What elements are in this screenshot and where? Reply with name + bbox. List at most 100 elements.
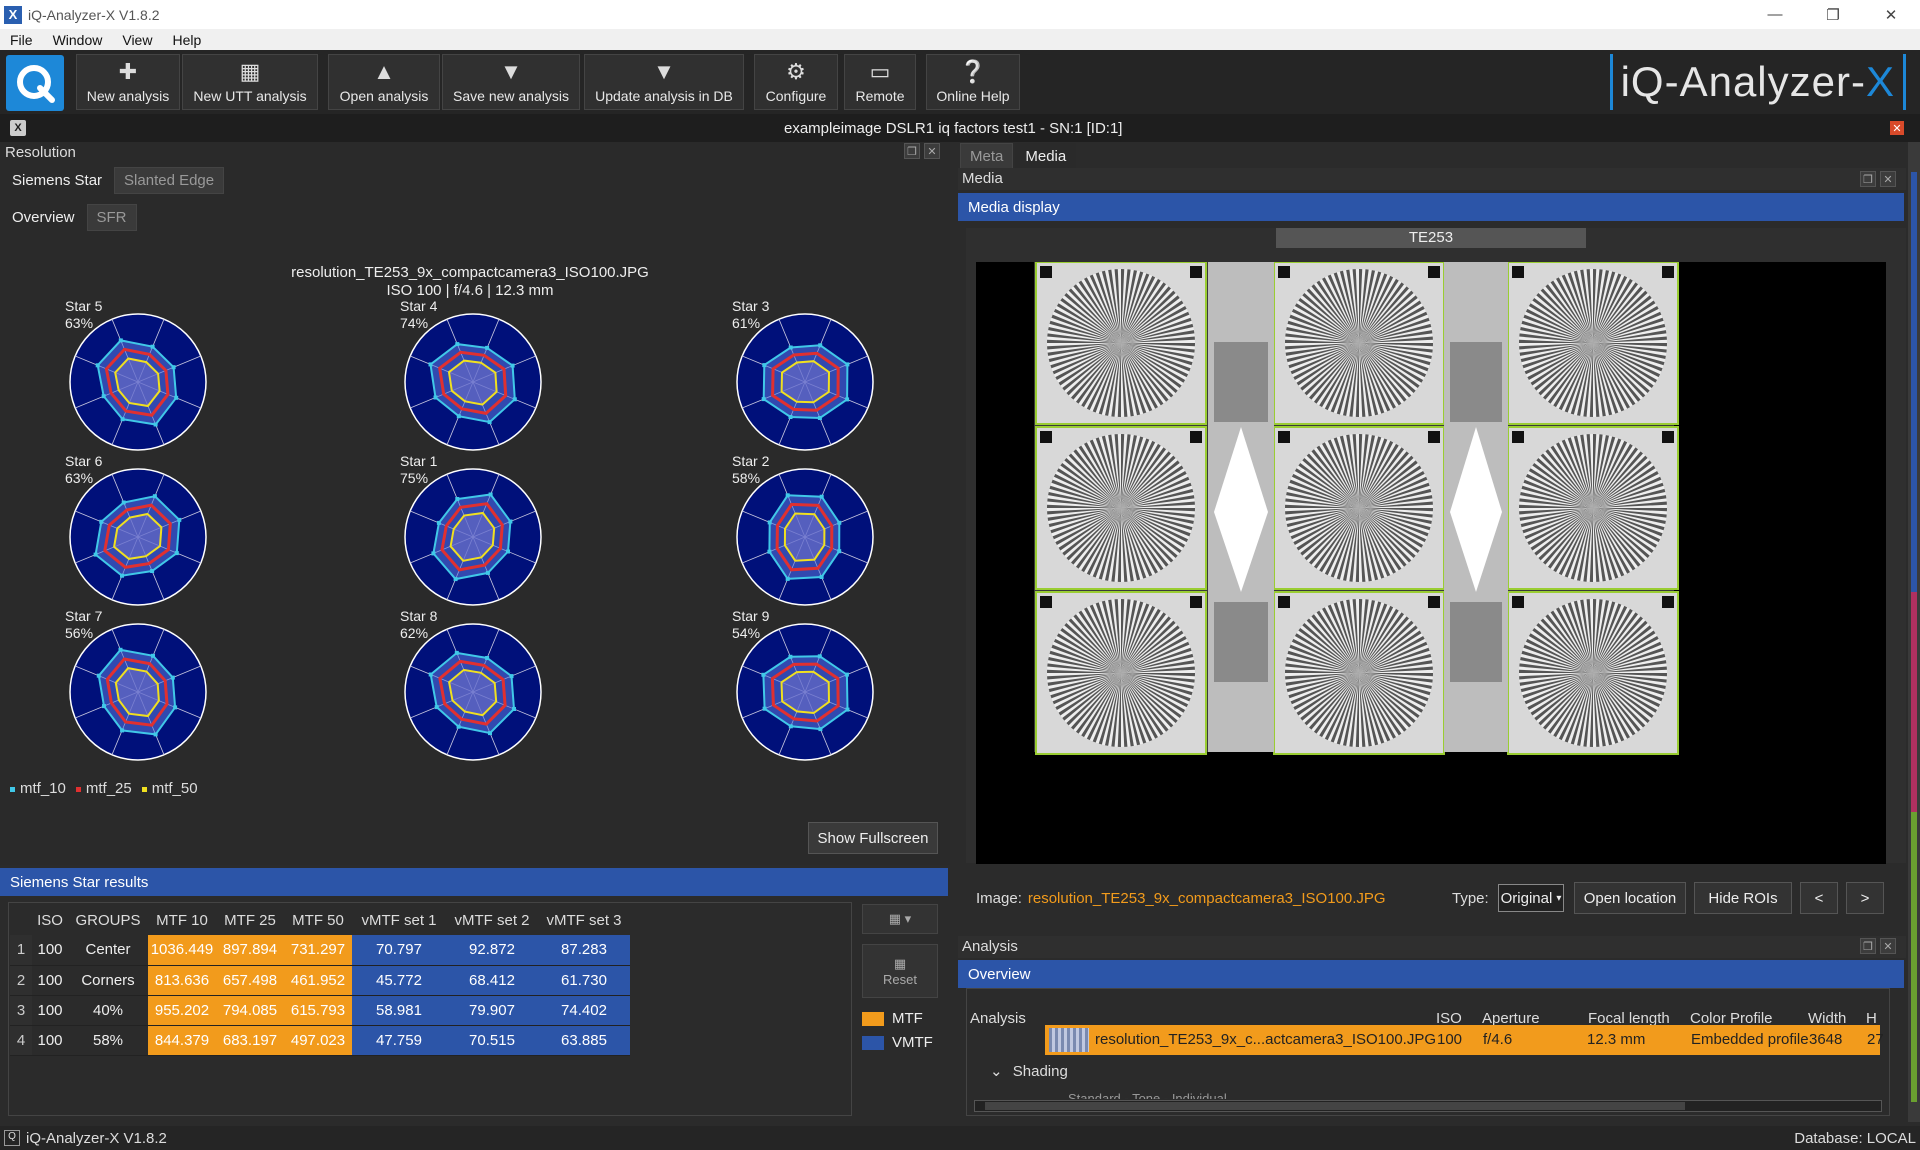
tab-sfr[interactable]: SFR	[86, 204, 137, 231]
table-cell[interactable]: 92.872	[446, 935, 538, 966]
table-cell[interactable]: 1036.449	[148, 935, 216, 966]
table-cell[interactable]: 100	[32, 965, 68, 996]
table-cell[interactable]: 844.379	[148, 1025, 216, 1056]
table-options-button[interactable]: ▦ ▾	[862, 904, 938, 934]
media-image[interactable]	[976, 261, 1886, 864]
table-cell[interactable]: 657.498	[216, 965, 284, 996]
col-mtf50[interactable]: MTF 50	[284, 905, 352, 935]
media-close-icon[interactable]: ✕	[1880, 171, 1896, 187]
table-row[interactable]: 2 100 Corners 813.636 657.498 461.952 45.772 68…	[10, 965, 630, 996]
tab-siemens-star[interactable]: Siemens Star	[2, 167, 113, 194]
table-row[interactable]: 1 100 Center 1036.449 897.894 731.297 70.797 92…	[10, 935, 630, 966]
tab-slanted-edge[interactable]: Slanted Edge	[114, 167, 225, 194]
table-cell[interactable]: 74.402	[538, 995, 630, 1026]
new-analysis-button[interactable]: ✚ New analysis	[76, 54, 180, 110]
table-cell[interactable]: 40%	[68, 995, 148, 1026]
menu-window[interactable]: Window	[43, 32, 113, 48]
horizontal-scrollbar[interactable]	[974, 1100, 1882, 1112]
table-cell[interactable]: 68.412	[446, 965, 538, 996]
table-cell[interactable]: 100	[32, 1025, 68, 1056]
menu-help[interactable]: Help	[162, 32, 211, 48]
configure-button[interactable]: ⚙ Configure	[754, 54, 838, 110]
acol-analysis[interactable]: Analysis	[970, 1010, 1026, 1027]
siemens-star-polar-plot	[404, 623, 542, 761]
reset-button[interactable]: ▦ Reset	[862, 944, 938, 998]
document-icon: X	[10, 120, 26, 136]
minimize-button[interactable]: —	[1746, 0, 1804, 29]
media-float-icon[interactable]: ❐	[1860, 171, 1876, 187]
table-cell[interactable]: 100	[32, 935, 68, 966]
hide-rois-button[interactable]: Hide ROIs	[1694, 882, 1792, 914]
gear-icon: ⚙	[786, 59, 806, 84]
scroll-thumb[interactable]	[985, 1102, 1685, 1110]
remote-button[interactable]: ▭ Remote	[844, 54, 916, 110]
table-cell[interactable]: 1	[10, 935, 32, 966]
table-cell[interactable]: 615.793	[284, 995, 352, 1026]
table-cell[interactable]: 58.981	[352, 995, 446, 1026]
col-vmtf3[interactable]: vMTF set 3	[538, 905, 630, 935]
tab-media[interactable]: Media	[1015, 143, 1077, 170]
analysis-header: Analysis	[958, 936, 1906, 958]
analysis-row[interactable]: resolution_TE253_9x_c...actcamera3_ISO10…	[1045, 1025, 1884, 1055]
table-cell[interactable]: 45.772	[352, 965, 446, 996]
online-help-button[interactable]: ❔ Online Help	[926, 54, 1020, 110]
restore-button[interactable]: ❐	[1804, 0, 1862, 29]
table-row[interactable]: 4 100 58% 844.379 683.197 497.023 47.759 70.515…	[10, 1025, 630, 1056]
table-cell[interactable]: 731.297	[284, 935, 352, 966]
col-mtf10[interactable]: MTF 10	[148, 905, 216, 935]
group-shading[interactable]: ⌄ Shading	[990, 1062, 1068, 1080]
table-cell[interactable]: 794.085	[216, 995, 284, 1026]
close-document-icon[interactable]: ✕	[1890, 121, 1904, 135]
table-cell[interactable]: 70.797	[352, 935, 446, 966]
table-cell[interactable]: 2	[10, 965, 32, 996]
table-cell[interactable]: Corners	[68, 965, 148, 996]
col-groups[interactable]: GROUPS	[68, 905, 148, 935]
table-cell[interactable]: 955.202	[148, 995, 216, 1026]
new-utt-analysis-button[interactable]: ▦ New UTT analysis	[182, 54, 318, 110]
table-cell[interactable]: 70.515	[446, 1025, 538, 1056]
table-cell[interactable]: 63.885	[538, 1025, 630, 1056]
table-cell[interactable]: 58%	[68, 1025, 148, 1056]
open-analysis-button[interactable]: ▲ Open analysis	[328, 54, 440, 110]
utt-icon: ▦	[239, 59, 261, 84]
app-logo-icon[interactable]	[6, 55, 64, 111]
table-cell[interactable]: 683.197	[216, 1025, 284, 1056]
legend-mtf10-label: mtf_10	[20, 780, 66, 797]
table-cell[interactable]: 100	[32, 995, 68, 1026]
group-child[interactable]: Standard - Tone - Individual	[1068, 1091, 1227, 1099]
menu-view[interactable]: View	[112, 32, 162, 48]
menu-file[interactable]: File	[0, 32, 43, 48]
tab-overview[interactable]: Overview	[2, 204, 85, 231]
next-image-button[interactable]: >	[1846, 882, 1884, 914]
update-analysis-db-button[interactable]: ▼ Update analysis in DB	[584, 54, 744, 110]
table-cell[interactable]: 87.283	[538, 935, 630, 966]
col-vmtf2[interactable]: vMTF set 2	[446, 905, 538, 935]
table-cell[interactable]: 47.759	[352, 1025, 446, 1056]
table-cell[interactable]: 61.730	[538, 965, 630, 996]
table-row[interactable]: 3 100 40% 955.202 794.085 615.793 58.981 79.907…	[10, 995, 630, 1026]
type-select[interactable]: Original ▾	[1498, 884, 1564, 912]
col-mtf25[interactable]: MTF 25	[216, 905, 284, 935]
close-button[interactable]: ✕	[1862, 0, 1920, 29]
col-iso[interactable]: ISO	[32, 905, 68, 935]
save-new-analysis-button[interactable]: ▼ Save new analysis	[442, 54, 580, 110]
tab-meta[interactable]: Meta	[960, 143, 1014, 170]
image-filename[interactable]: resolution_TE253_9x_compactcamera3_ISO10…	[1028, 890, 1386, 907]
table-cell[interactable]: 79.907	[446, 995, 538, 1026]
close-panel-icon[interactable]: ✕	[924, 143, 940, 159]
table-cell[interactable]: 4	[10, 1025, 32, 1056]
table-cell[interactable]: 461.952	[284, 965, 352, 996]
open-location-button[interactable]: Open location	[1574, 882, 1686, 914]
table-cell[interactable]: 813.636	[148, 965, 216, 996]
analysis-close-icon[interactable]: ✕	[1880, 938, 1896, 954]
analysis-float-icon[interactable]: ❐	[1860, 938, 1876, 954]
show-fullscreen-button[interactable]: Show Fullscreen	[808, 822, 938, 854]
brand-text: iQ-Analyzer-	[1620, 58, 1866, 105]
prev-image-button[interactable]: <	[1800, 882, 1838, 914]
table-cell[interactable]: Center	[68, 935, 148, 966]
table-cell[interactable]: 897.894	[216, 935, 284, 966]
table-cell[interactable]: 3	[10, 995, 32, 1026]
float-icon[interactable]: ❐	[904, 143, 920, 159]
col-vmtf1[interactable]: vMTF set 1	[352, 905, 446, 935]
table-cell[interactable]: 497.023	[284, 1025, 352, 1056]
